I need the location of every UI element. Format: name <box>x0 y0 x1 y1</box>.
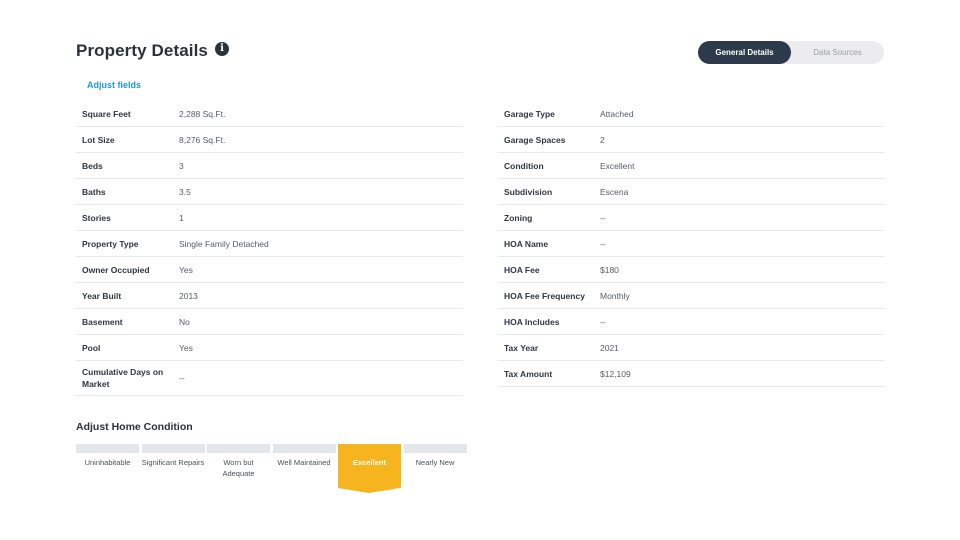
condition-segment <box>272 444 336 453</box>
detail-value: $12,109 <box>600 368 631 379</box>
detail-label: Condition <box>504 160 544 171</box>
details-source-toggle: General Details Data Sources <box>698 41 884 64</box>
data-sources-tab[interactable]: Data Sources <box>791 41 884 64</box>
condition-title: Adjust Home Condition <box>76 421 193 433</box>
detail-row: Subdivision Escena <box>498 179 884 205</box>
detail-row: Cumulative Days on Market -- <box>76 361 463 396</box>
condition-option-significant-repairs[interactable]: Significant Repairs <box>141 444 205 468</box>
detail-label: Garage Spaces <box>504 134 566 145</box>
detail-value: No <box>179 316 190 327</box>
condition-label: Worn but Adequate <box>222 458 255 478</box>
condition-label: Significant Repairs <box>141 458 205 467</box>
detail-value: Attached <box>600 108 634 119</box>
detail-label: HOA Includes <box>504 316 560 327</box>
detail-label: HOA Fee <box>504 264 540 275</box>
detail-row: Beds 3 <box>76 153 463 179</box>
detail-label: Baths <box>82 186 106 197</box>
detail-label: Cumulative Days on Market <box>82 367 164 389</box>
page-title: Property Details <box>76 41 208 60</box>
detail-row: Zoning -- <box>498 205 884 231</box>
detail-label: Garage Type <box>504 108 555 119</box>
detail-value: Single Family Detached <box>179 238 269 249</box>
detail-label: HOA Fee Frequency <box>504 290 585 301</box>
detail-row: Garage Spaces 2 <box>498 127 884 153</box>
detail-row: Owner Occupied Yes <box>76 257 463 283</box>
detail-row: Year Built 2013 <box>76 283 463 309</box>
condition-option-uninhabitable[interactable]: Uninhabitable <box>76 444 139 468</box>
condition-segment <box>141 444 205 453</box>
detail-value: -- <box>179 373 185 383</box>
detail-value: 2,288 Sq.Ft. <box>179 108 226 119</box>
page-header: Property Details i <box>76 41 229 61</box>
detail-label: Year Built <box>82 290 122 301</box>
detail-row: HOA Fee $180 <box>498 257 884 283</box>
detail-label: Pool <box>82 342 101 353</box>
detail-row: Stories 1 <box>76 205 463 231</box>
right-details-table: Garage Type Attached Garage Spaces 2 Condi… <box>498 101 884 387</box>
detail-row: HOA Includes -- <box>498 309 884 335</box>
detail-label: Stories <box>82 212 111 223</box>
condition-option-worn-but-adequate[interactable]: Worn but Adequate <box>207 444 270 479</box>
detail-row: Property Type Single Family Detached <box>76 231 463 257</box>
detail-label: Square Feet <box>82 108 131 119</box>
detail-row: Lot Size 8,276 Sq.Ft. <box>76 127 463 153</box>
detail-value: Monthly <box>600 290 630 301</box>
detail-row: Basement No <box>76 309 463 335</box>
detail-label: Lot Size <box>82 134 115 145</box>
condition-segment <box>403 444 467 453</box>
detail-row: Tax Year 2021 <box>498 335 884 361</box>
detail-value: Yes <box>179 342 193 353</box>
detail-value: 2021 <box>600 342 619 353</box>
detail-row: HOA Name -- <box>498 231 884 257</box>
detail-row: Garage Type Attached <box>498 101 884 127</box>
detail-label: HOA Name <box>504 238 549 249</box>
adjust-fields-link[interactable]: Adjust fields <box>87 80 141 90</box>
detail-value: Escena <box>600 186 629 197</box>
detail-value: Excellent <box>600 160 635 171</box>
detail-value: 3.5 <box>179 186 191 197</box>
general-details-tab[interactable]: General Details <box>698 41 791 64</box>
detail-label: Property Type <box>82 238 139 249</box>
detail-value: -- <box>600 238 606 249</box>
detail-value: Yes <box>179 264 193 275</box>
left-details-table: Square Feet 2,288 Sq.Ft. Lot Size 8,276 Sq… <box>76 101 463 396</box>
detail-label: Basement <box>82 316 123 327</box>
detail-row: Baths 3.5 <box>76 179 463 205</box>
info-icon[interactable]: i <box>214 42 229 56</box>
detail-row: Square Feet 2,288 Sq.Ft. <box>76 101 463 127</box>
detail-label: Owner Occupied <box>82 264 150 275</box>
detail-row: Condition Excellent <box>498 153 884 179</box>
detail-label: Beds <box>82 160 103 171</box>
detail-label: Tax Year <box>504 342 539 353</box>
detail-row: HOA Fee Frequency Monthly <box>498 283 884 309</box>
detail-value: -- <box>600 212 606 223</box>
condition-label: Well Maintained <box>277 458 331 467</box>
detail-value: -- <box>600 316 606 327</box>
condition-option-nearly-new[interactable]: Nearly New <box>403 444 467 468</box>
detail-value: 1 <box>179 212 184 223</box>
condition-label: Excellent <box>353 458 386 467</box>
condition-option-well-maintained[interactable]: Well Maintained <box>272 444 336 468</box>
detail-value: 2013 <box>179 290 198 301</box>
detail-label: Tax Amount <box>504 368 553 379</box>
condition-label: Nearly New <box>415 458 455 467</box>
detail-label: Zoning <box>504 212 533 223</box>
detail-row: Tax Amount $12,109 <box>498 361 884 387</box>
condition-option-excellent[interactable]: Excellent <box>338 444 401 493</box>
condition-segment <box>76 444 139 453</box>
detail-label: Subdivision <box>504 186 553 197</box>
detail-value: 3 <box>179 160 184 171</box>
detail-value: $180 <box>600 264 619 275</box>
condition-selector: Uninhabitable Significant Repairs Worn b… <box>76 444 467 494</box>
detail-value: 8,276 Sq.Ft. <box>179 134 226 145</box>
detail-value: 2 <box>600 134 605 145</box>
condition-segment <box>207 444 270 453</box>
detail-row: Pool Yes <box>76 335 463 361</box>
condition-label: Uninhabitable <box>84 458 131 467</box>
